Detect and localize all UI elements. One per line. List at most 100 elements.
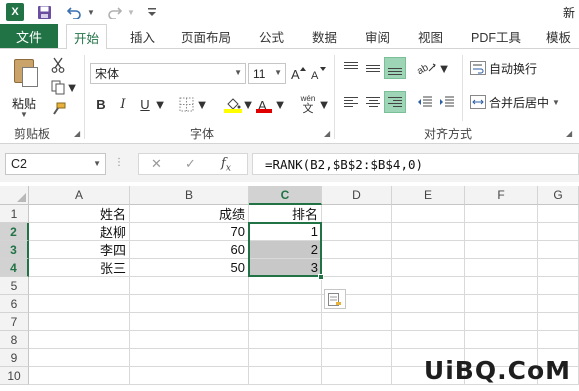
cancel-icon[interactable]: ✕ — [151, 156, 162, 172]
row-header-8[interactable]: 8 — [0, 331, 29, 349]
merge-center-button[interactable]: 合并后居中 ▼ — [470, 91, 560, 113]
borders-icon[interactable] — [176, 93, 196, 115]
cell-f5[interactable] — [465, 277, 538, 295]
format-painter-icon[interactable] — [48, 99, 68, 119]
cell-f8[interactable] — [465, 331, 538, 349]
cell-d8[interactable] — [322, 331, 392, 349]
align-center-icon[interactable] — [362, 91, 384, 113]
wrap-text-button[interactable]: 自动换行 — [470, 57, 537, 79]
tab-data[interactable]: 数据 — [312, 24, 337, 48]
cell-f6[interactable] — [465, 295, 538, 313]
cell-a5[interactable] — [29, 277, 130, 295]
cell-c9[interactable] — [249, 349, 322, 367]
cell-g3[interactable] — [538, 241, 579, 259]
cell-e7[interactable] — [392, 313, 465, 331]
cell-e5[interactable] — [392, 277, 465, 295]
cell-d2[interactable] — [322, 223, 392, 241]
undo-icon[interactable] — [66, 3, 82, 21]
font-size-select[interactable]: 11 ▼ — [248, 63, 286, 84]
cell-g7[interactable] — [538, 313, 579, 331]
cell-c5[interactable] — [249, 277, 322, 295]
tab-home[interactable]: 开始 — [66, 24, 108, 49]
cell-b9[interactable] — [130, 349, 249, 367]
cell-f3[interactable] — [465, 241, 538, 259]
cell-d9[interactable] — [322, 349, 392, 367]
cell-e4[interactable] — [392, 259, 465, 277]
row-header-5[interactable]: 5 — [0, 277, 29, 295]
row-header-2[interactable]: 2 — [0, 223, 29, 241]
cell-g6[interactable] — [538, 295, 579, 313]
cell-f4[interactable] — [465, 259, 538, 277]
cell-d1[interactable] — [322, 205, 392, 223]
font-color-dropdown-icon[interactable]: ▼ — [274, 93, 287, 115]
cell-b1[interactable]: 成绩 — [130, 205, 249, 223]
tab-review[interactable]: 审阅 — [365, 24, 390, 48]
fill-handle[interactable] — [318, 274, 324, 280]
select-all-button[interactable] — [0, 186, 29, 205]
align-left-icon[interactable] — [340, 91, 362, 113]
cell-a8[interactable] — [29, 331, 130, 349]
cell-b5[interactable] — [130, 277, 249, 295]
cell-c10[interactable] — [249, 367, 322, 385]
cell-c7[interactable] — [249, 313, 322, 331]
orientation-dropdown-icon[interactable]: ▼ — [438, 61, 451, 76]
column-header-a[interactable]: A — [29, 186, 130, 205]
cell-b3[interactable]: 60 — [130, 241, 249, 259]
row-header-1[interactable]: 1 — [0, 205, 29, 223]
borders-dropdown-icon[interactable]: ▼ — [196, 93, 209, 115]
align-right-icon[interactable] — [384, 91, 406, 113]
cell-e8[interactable] — [392, 331, 465, 349]
cell-c8[interactable] — [249, 331, 322, 349]
row-header-6[interactable]: 6 — [0, 295, 29, 313]
row-header-3[interactable]: 3 — [0, 241, 29, 259]
cell-f7[interactable] — [465, 313, 538, 331]
cell-e6[interactable] — [392, 295, 465, 313]
bottom-align-icon[interactable] — [384, 57, 406, 79]
cell-d7[interactable] — [322, 313, 392, 331]
tab-view[interactable]: 视图 — [418, 24, 443, 48]
column-header-g[interactable]: G — [538, 186, 579, 205]
cell-b6[interactable] — [130, 295, 249, 313]
phonetic-guide-button[interactable]: wén 文 — [296, 93, 320, 115]
cell-d4[interactable] — [322, 259, 392, 277]
top-align-icon[interactable] — [340, 57, 362, 79]
increase-indent-icon[interactable] — [436, 91, 458, 113]
copy-dropdown-icon[interactable]: ▼ — [66, 80, 79, 95]
underline-button[interactable]: U — [136, 93, 154, 115]
undo-dropdown-icon[interactable]: ▼ — [86, 3, 96, 21]
column-header-e[interactable]: E — [392, 186, 465, 205]
cell-a3[interactable]: 李四 — [29, 241, 130, 259]
cell-b8[interactable] — [130, 331, 249, 349]
cell-d10[interactable] — [322, 367, 392, 385]
tab-templates[interactable]: 模板 — [546, 24, 571, 48]
cell-e3[interactable] — [392, 241, 465, 259]
column-header-d[interactable]: D — [322, 186, 392, 205]
underline-dropdown-icon[interactable]: ▼ — [154, 93, 167, 115]
cell-a2[interactable]: 赵柳 — [29, 223, 130, 241]
tab-page-layout[interactable]: 页面布局 — [181, 24, 231, 48]
column-header-b[interactable]: B — [130, 186, 249, 205]
cell-c1[interactable]: 排名 — [249, 205, 322, 223]
cell-a9[interactable] — [29, 349, 130, 367]
quick-analysis-icon[interactable] — [324, 289, 346, 309]
italic-button[interactable]: I — [114, 93, 132, 115]
fill-color-dropdown-icon[interactable]: ▼ — [242, 93, 255, 115]
decrease-font-size-icon[interactable]: A — [310, 63, 328, 83]
font-dialog-launcher-icon[interactable]: ◢ — [324, 129, 330, 138]
cell-g2[interactable] — [538, 223, 579, 241]
tab-file[interactable]: 文件 — [0, 24, 58, 48]
row-header-7[interactable]: 7 — [0, 313, 29, 331]
paste-dropdown-icon[interactable]: ▼ — [20, 110, 28, 119]
clipboard-dialog-launcher-icon[interactable]: ◢ — [74, 129, 80, 138]
customize-toolbar-icon[interactable] — [146, 3, 158, 21]
cell-g4[interactable] — [538, 259, 579, 277]
font-color-icon[interactable]: A — [254, 93, 274, 115]
cell-b10[interactable] — [130, 367, 249, 385]
middle-align-icon[interactable] — [362, 57, 384, 79]
formula-input[interactable]: =RANK(B2,$B$2:$B$4,0) — [252, 153, 579, 175]
paste-button[interactable]: 粘贴 ▼ — [10, 55, 42, 119]
cell-a10[interactable] — [29, 367, 130, 385]
cell-g1[interactable] — [538, 205, 579, 223]
cell-f1[interactable] — [465, 205, 538, 223]
row-header-4[interactable]: 4 — [0, 259, 29, 277]
